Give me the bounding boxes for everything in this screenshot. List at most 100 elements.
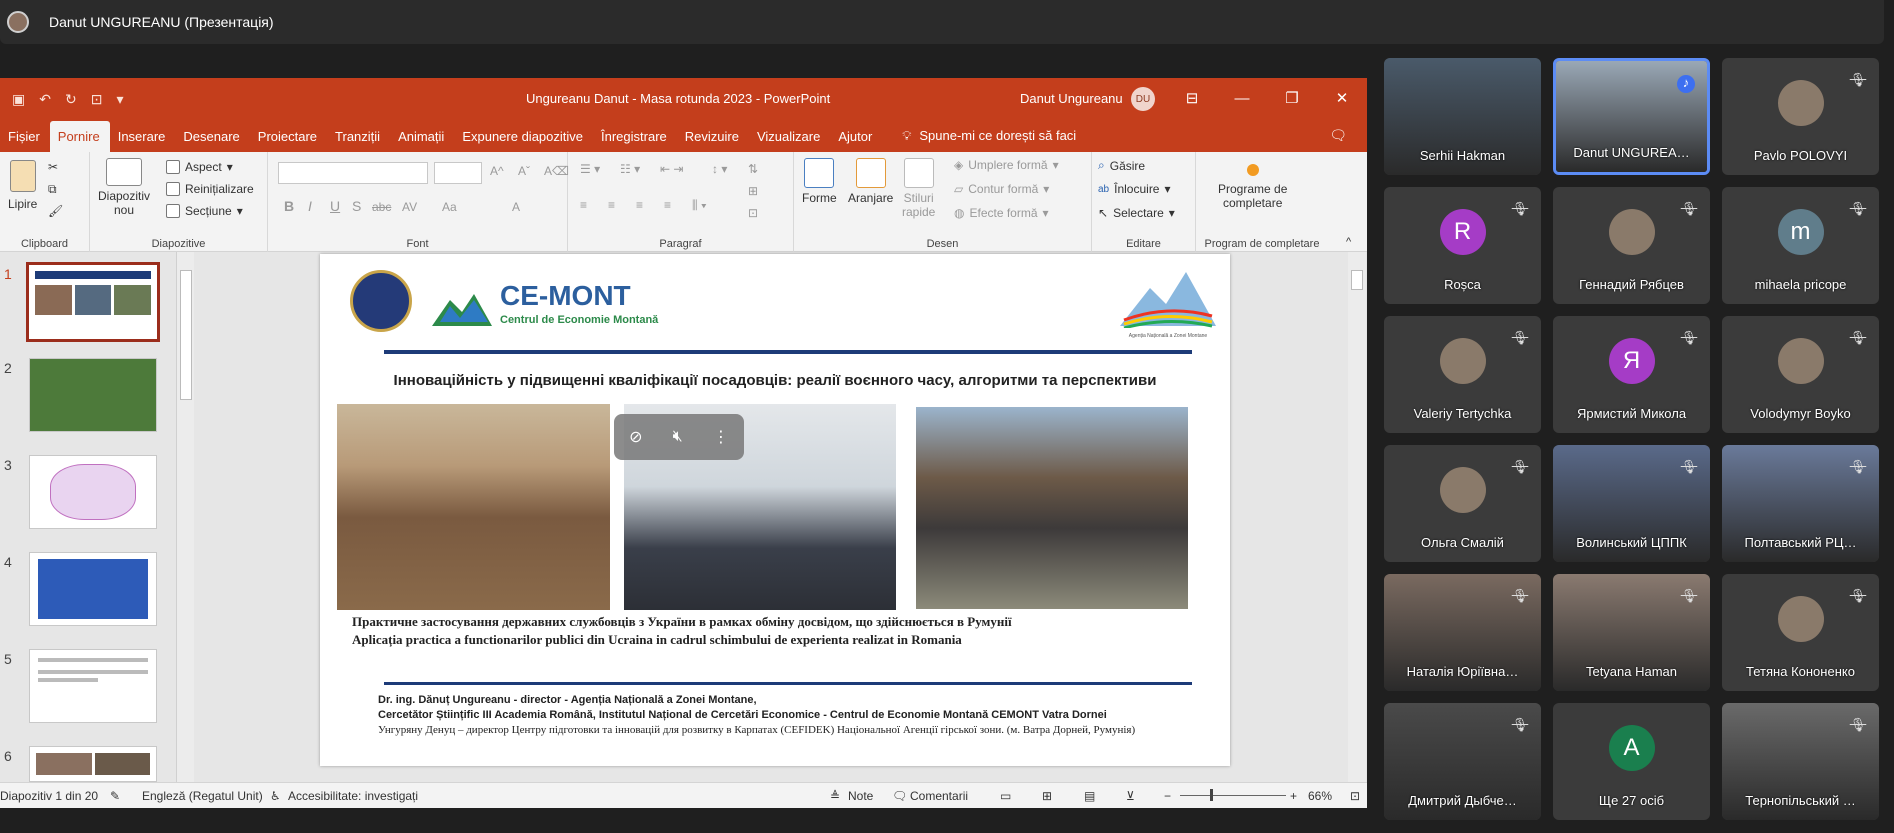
notes-button[interactable]: Note <box>848 789 873 803</box>
comments-icon[interactable]: 🗨︎ <box>1329 127 1347 144</box>
slide-thumbnail-5[interactable] <box>29 649 157 723</box>
justify-icon[interactable]: ≡ <box>664 198 671 212</box>
participant-tile[interactable]: 🎙︎ Волинський ЦППК <box>1553 445 1710 562</box>
participant-tile[interactable]: 🎙︎ Наталія Юріївна… <box>1384 574 1541 691</box>
slide-thumbnail-2[interactable] <box>29 358 157 432</box>
smartart-icon[interactable]: ⊡ <box>748 206 758 220</box>
change-case-button[interactable]: Aa <box>442 200 457 214</box>
accessibility-status[interactable]: Accesibilitate: investigați <box>288 789 418 803</box>
slide-thumbnail-6[interactable] <box>29 746 157 782</box>
font-size-select[interactable] <box>434 162 482 184</box>
comments-button[interactable]: Comentarii <box>910 789 968 803</box>
align-right-icon[interactable]: ≡ <box>636 198 643 212</box>
tab-slideshow[interactable]: Expunere diapozitive <box>454 129 593 152</box>
align-text-icon[interactable]: ⊞ <box>748 184 758 198</box>
shapes-button[interactable]: Forme <box>802 158 837 205</box>
fit-slide-icon[interactable]: ⊡ <box>1350 789 1360 803</box>
numbering-icon[interactable]: ☷ ▾ <box>620 162 640 176</box>
slide-canvas[interactable]: CE-MONT Centrul de Economie Montană Agen… <box>320 254 1230 766</box>
spacing-button[interactable]: AV <box>402 200 417 214</box>
reset-button[interactable]: Reinițializare <box>166 182 254 196</box>
tab-help[interactable]: Ajutor <box>830 129 882 152</box>
participant-tile[interactable]: R 🎙︎ Roșca <box>1384 187 1541 304</box>
language-status[interactable]: Engleză (Regatul Unit) <box>142 789 263 803</box>
normal-view-icon[interactable]: ▭ <box>1000 789 1011 803</box>
user-avatar[interactable]: DU <box>1131 87 1155 111</box>
participant-tile[interactable]: 🎙︎ Полтавський РЦ… <box>1722 445 1879 562</box>
tab-animations[interactable]: Animații <box>390 129 454 152</box>
bullets-icon[interactable]: ☰ ▾ <box>580 162 600 176</box>
shadow-button[interactable]: S <box>352 198 361 214</box>
participant-tile[interactable]: 🎙︎ Tetyana Haman <box>1553 574 1710 691</box>
participant-tile[interactable]: Serhii Hakman <box>1384 58 1541 175</box>
thumbnail-scrollbar[interactable] <box>176 252 194 782</box>
maximize-icon[interactable]: ❐ <box>1267 78 1317 120</box>
participant-tile[interactable]: 🎙︎ Тетяна Кононенко <box>1722 574 1879 691</box>
section-button[interactable]: Secțiune ▾ <box>166 204 243 218</box>
strikethrough-button[interactable]: abc <box>372 200 391 214</box>
slide-thumbnail-3[interactable] <box>29 455 157 529</box>
clear-format-icon[interactable]: A⌫ <box>544 164 569 178</box>
tab-draw[interactable]: Desenare <box>175 129 249 152</box>
tab-record[interactable]: Înregistrare <box>593 129 677 152</box>
bold-button[interactable]: B <box>284 198 294 214</box>
reading-view-icon[interactable]: ▤ <box>1084 789 1095 803</box>
tab-design[interactable]: Proiectare <box>250 129 327 152</box>
collapse-ribbon-icon[interactable]: ^ <box>1346 236 1351 248</box>
tab-home[interactable]: Pornire <box>49 121 110 152</box>
user-name[interactable]: Danut Ungureanu <box>1020 91 1123 106</box>
slide-scrollbar[interactable] <box>1348 252 1366 782</box>
participant-tile[interactable]: A Ще 27 осіб <box>1553 703 1710 820</box>
participant-tile[interactable]: 🎙︎ Геннадий Рябцев <box>1553 187 1710 304</box>
participant-tile[interactable]: 🎙︎ Pavlo POLOVYI <box>1722 58 1879 175</box>
new-slide-button[interactable]: Diapozitiv nou <box>98 158 150 217</box>
shape-effects-button[interactable]: ◍ Efecte formă ▾ <box>954 206 1049 220</box>
tab-transitions[interactable]: Tranziții <box>327 129 390 152</box>
more-options-icon[interactable]: ⋮ <box>713 427 729 447</box>
pin-off-icon[interactable]: ⊘ <box>629 427 642 447</box>
participant-tile[interactable]: ♪ Danut UNGUREA… <box>1553 58 1710 175</box>
font-color-button[interactable]: A <box>512 200 520 214</box>
participant-tile[interactable]: 🎙︎ Valeriy Tertychka <box>1384 316 1541 433</box>
tell-me-box[interactable]: 💡︎ Spune-mi ce dorești să faci <box>902 128 1076 152</box>
undo-icon[interactable]: ↶ <box>39 91 51 108</box>
text-direction-icon[interactable]: ⇅ <box>748 162 758 176</box>
notes-check-icon[interactable]: ✎ <box>110 789 120 803</box>
scroll-thumb[interactable] <box>180 270 192 400</box>
tab-review[interactable]: Revizuire <box>677 129 749 152</box>
arrange-button[interactable]: Aranjare <box>848 158 893 205</box>
zoom-in-icon[interactable]: + <box>1290 789 1297 803</box>
participant-tile[interactable]: 🎙︎ Ольга Смалій <box>1384 445 1541 562</box>
participant-tile[interactable]: m 🎙︎ mihaela pricope <box>1722 187 1879 304</box>
layout-button[interactable]: Aspect ▾ <box>166 160 233 174</box>
close-icon[interactable]: ✕ <box>1317 78 1367 120</box>
slide-scroll-thumb[interactable] <box>1351 270 1363 290</box>
font-family-select[interactable] <box>278 162 428 184</box>
shape-fill-button[interactable]: ◈ Umplere formă ▾ <box>954 158 1059 172</box>
italic-button[interactable]: I <box>308 198 312 214</box>
save-icon[interactable]: ▣ <box>12 91 25 108</box>
participant-tile[interactable]: Я 🎙︎ Ярмистий Микола <box>1553 316 1710 433</box>
shape-outline-button[interactable]: ▱ Contur formă ▾ <box>954 182 1049 196</box>
addins-button[interactable]: Programe de completare <box>1218 164 1287 210</box>
customize-icon[interactable]: ▾ <box>116 91 123 108</box>
paste-button[interactable]: Lipire <box>8 160 37 211</box>
participant-tile[interactable]: 🎙︎ Дмитрий Дыбче… <box>1384 703 1541 820</box>
sorter-view-icon[interactable]: ⊞ <box>1042 789 1052 803</box>
zoom-slider[interactable] <box>1180 795 1286 796</box>
cut-icon[interactable]: ✂ <box>48 160 58 174</box>
zoom-slider-thumb[interactable] <box>1210 789 1213 801</box>
align-center-icon[interactable]: ≡ <box>608 198 615 212</box>
underline-button[interactable]: U <box>330 198 340 214</box>
slide-thumbnail-1[interactable] <box>26 262 160 342</box>
copy-icon[interactable]: ⧉ <box>48 182 57 197</box>
replace-button[interactable]: ab Înlocuire ▾ <box>1098 182 1171 196</box>
participant-tile[interactable]: 🎙︎ Тернопільський … <box>1722 703 1879 820</box>
quick-styles-button[interactable]: Stiluri rapide <box>902 158 935 219</box>
tab-file[interactable]: Fișier <box>0 129 50 152</box>
zoom-level[interactable]: 66% <box>1308 789 1332 803</box>
ribbon-display-icon[interactable]: ⊟ <box>1167 78 1217 120</box>
minimize-icon[interactable]: — <box>1217 78 1267 120</box>
slideshow-icon[interactable]: ⊡ <box>91 91 103 108</box>
participant-tile[interactable]: 🎙︎ Volodymyr Boyko <box>1722 316 1879 433</box>
